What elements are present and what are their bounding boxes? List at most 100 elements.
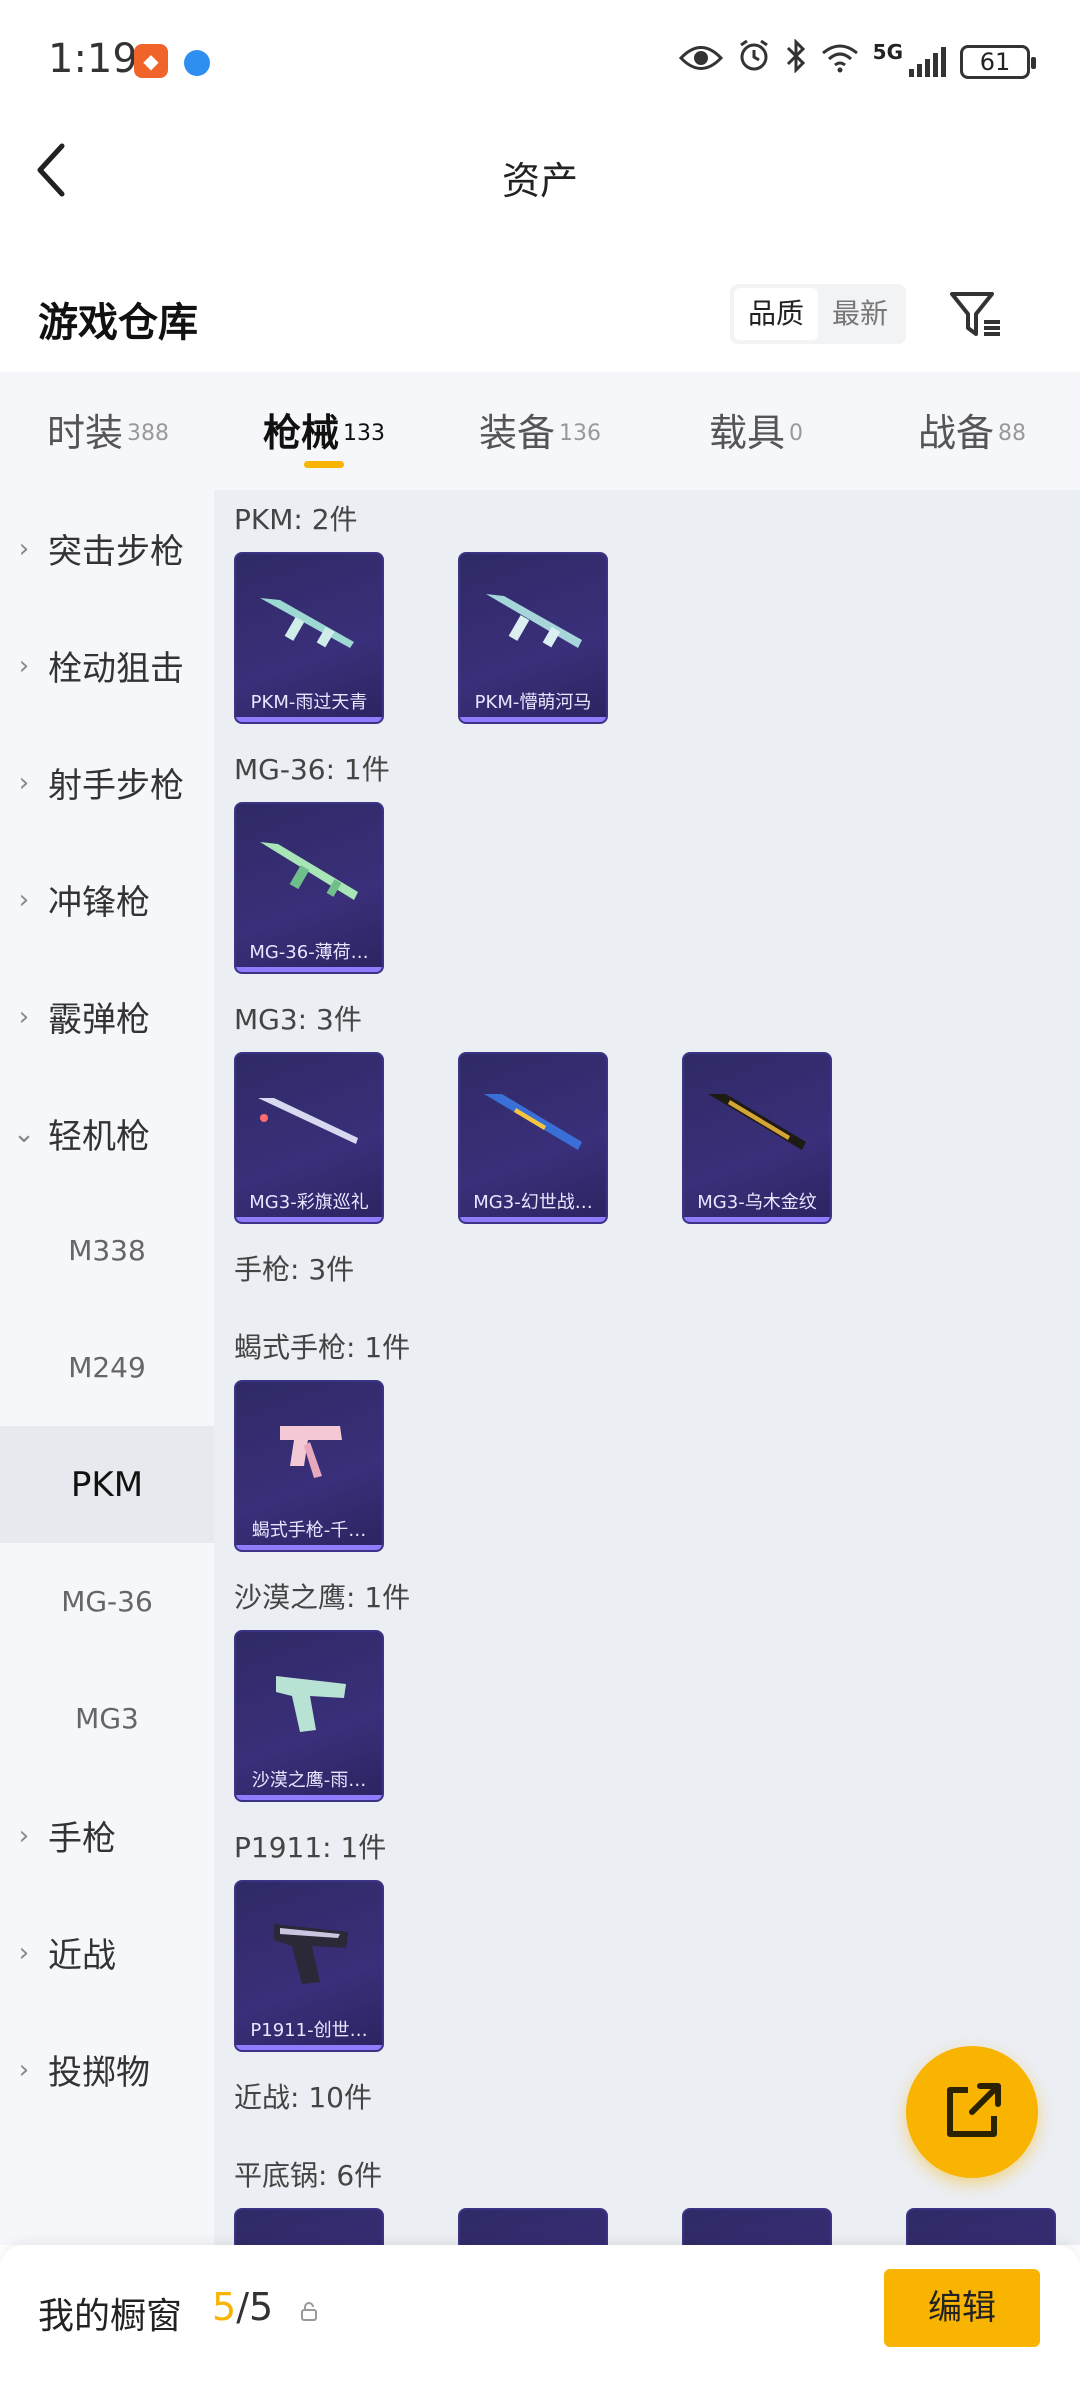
item-name: PKM-懵萌河马 <box>474 692 592 713</box>
chevron-right-icon: › <box>18 1937 30 1968</box>
rifle-icon <box>258 1098 358 1144</box>
tab-label: 装备 <box>478 411 555 455</box>
battery-level: 61 <box>979 48 1011 76</box>
sidebar-item-assault-rifle[interactable]: › 突击步枪 <box>0 490 214 607</box>
sidebar-item-label: 栓动狙击 <box>48 649 184 689</box>
item-list: PKM: 2件 PKM-雨过天青 PKM-懵萌河马 MG-36: 1件 MG-3… <box>214 490 1080 2245</box>
pistol-icon <box>274 1924 348 1984</box>
tab-vehicles[interactable]: 载具 0 <box>648 372 864 490</box>
chevron-right-icon: › <box>18 1001 30 1032</box>
item-card[interactable]: MG3-幻世战… <box>458 1052 608 1224</box>
item-card[interactable]: PKM-雨过天青 <box>234 552 384 724</box>
item-name: PKM-雨过天青 <box>250 692 368 713</box>
sidebar-item-pistol[interactable]: › 手枪 <box>0 1777 214 1894</box>
rifle-icon <box>484 1094 582 1150</box>
chevron-right-icon: › <box>18 884 30 915</box>
item-card[interactable]: P1911-创世… <box>234 1880 384 2052</box>
sidebar-item-melee[interactable]: › 近战 <box>0 1894 214 2011</box>
tab-indicator <box>304 461 344 468</box>
tab-count: 133 <box>343 420 385 446</box>
sidebar-item-label: 射手步枪 <box>48 766 184 806</box>
showcase-bar: 我的橱窗 5/5 编辑 <box>0 2245 1080 2381</box>
tab-label: 战备 <box>917 411 994 455</box>
chevron-right-icon: › <box>18 2054 30 2085</box>
sort-quality[interactable]: 品质 <box>734 288 819 340</box>
item-name: MG-36-薄荷… <box>249 942 369 963</box>
sidebar-sub-m338[interactable]: M338 <box>0 1192 214 1309</box>
filter-icon <box>950 292 1000 336</box>
showcase-count: 5/5 <box>212 2285 273 2329</box>
item-card[interactable]: 蝎式手枪-千… <box>234 1380 384 1552</box>
group-title: MG-36: 1件 <box>234 753 390 786</box>
tab-count: 136 <box>559 420 601 446</box>
tab-label: 枪械 <box>262 411 339 455</box>
item-card[interactable]: 沙漠之鹰-雨… <box>234 1630 384 1802</box>
sort-latest[interactable]: 最新 <box>818 288 902 340</box>
item-card[interactable] <box>682 2208 832 2245</box>
sidebar-item-label: 投掷物 <box>48 2053 150 2093</box>
item-name: P1911-创世… <box>250 2020 368 2041</box>
rifle-icon <box>486 594 582 648</box>
app-notification-icon: ◆ <box>134 44 168 78</box>
group-title: MG3: 3件 <box>234 1003 362 1036</box>
sidebar-item-bolt-sniper[interactable]: › 栓动狙击 <box>0 607 214 724</box>
sort-toggle: 品质 最新 <box>730 284 907 344</box>
item-name: 沙漠之鹰-雨… <box>251 1770 367 1791</box>
tab-supplies[interactable]: 战备 88 <box>864 372 1080 490</box>
item-name: MG3-乌木金纹 <box>697 1192 817 1213</box>
category-sidebar: › 突击步枪 › 栓动狙击 › 射手步枪 › 冲锋枪 › 霰弹枪 ⌄ 轻机枪 M338 M2… <box>0 490 214 2245</box>
item-name: MG3-幻世战… <box>473 1192 593 1213</box>
browser-notification-icon <box>184 50 210 76</box>
showcase-total: /5 <box>236 2285 274 2329</box>
sidebar-item-lmg[interactable]: ⌄ 轻机枪 <box>0 1075 214 1192</box>
wifi-icon <box>821 38 859 86</box>
item-card[interactable]: MG3-彩旗巡礼 <box>234 1052 384 1224</box>
chevron-right-icon: › <box>18 533 30 564</box>
item-card[interactable]: PKM-懵萌河马 <box>458 552 608 724</box>
item-card[interactable] <box>458 2208 608 2245</box>
sidebar-sub-mg36[interactable]: MG-36 <box>0 1543 214 1660</box>
section-header: 游戏仓库 品质 最新 <box>0 270 1080 370</box>
sidebar-sub-mg3[interactable]: MG3 <box>0 1660 214 1777</box>
tab-equipment[interactable]: 装备 136 <box>432 372 648 490</box>
battery-icon: 61 <box>960 45 1036 79</box>
rifle-icon <box>260 598 354 648</box>
rifle-icon <box>708 1094 806 1150</box>
category-tabs: 时装 388 枪械 133 装备 136 载具 0 战备 88 <box>0 372 1080 490</box>
bluetooth-icon <box>785 38 807 86</box>
sidebar-item-smg[interactable]: › 冲锋枪 <box>0 841 214 958</box>
group-title: PKM: 2件 <box>234 503 358 536</box>
group-title: 近战: 10件 <box>234 2081 372 2114</box>
sidebar-item-shotgun[interactable]: › 霰弹枪 <box>0 958 214 1075</box>
item-card[interactable] <box>234 2208 384 2245</box>
eye-icon <box>678 38 723 86</box>
tab-count: 388 <box>127 420 169 446</box>
item-card[interactable]: MG3-乌木金纹 <box>682 1052 832 1224</box>
item-card[interactable] <box>906 2208 1056 2245</box>
sidebar-item-marksman-rifle[interactable]: › 射手步枪 <box>0 724 214 841</box>
item-name: 蝎式手枪-千… <box>251 1520 367 1541</box>
tab-fashion[interactable]: 时装 388 <box>0 372 216 490</box>
group-title: 蝎式手枪: 1件 <box>234 1331 411 1364</box>
pistol-icon <box>280 1426 342 1478</box>
sidebar-item-label: 突击步枪 <box>48 532 184 572</box>
tab-label: 时装 <box>46 411 123 455</box>
showcase-label: 我的橱窗 <box>38 2296 183 2337</box>
edit-button[interactable]: 编辑 <box>884 2269 1040 2347</box>
filter-button[interactable] <box>948 286 1004 342</box>
status-time: 1:19 <box>48 36 138 82</box>
tab-count: 0 <box>789 420 803 446</box>
sidebar-item-throwable[interactable]: › 投掷物 <box>0 2011 214 2128</box>
warehouse-title: 游戏仓库 <box>38 300 198 346</box>
sidebar-sub-pkm[interactable]: PKM <box>0 1426 214 1543</box>
status-bar: 1:19 ◆ 5G 61 <box>0 0 1080 120</box>
external-link-icon <box>947 2083 1001 2137</box>
sidebar-sub-m249[interactable]: M249 <box>0 1309 214 1426</box>
item-card[interactable]: MG-36-薄荷… <box>234 802 384 974</box>
status-icons: 5G 61 <box>678 38 1036 86</box>
share-button[interactable] <box>906 2046 1038 2178</box>
tab-firearms[interactable]: 枪械 133 <box>216 372 432 490</box>
chevron-right-icon: › <box>18 650 30 681</box>
chevron-right-icon: › <box>18 767 30 798</box>
sidebar-item-label: 手枪 <box>48 1819 116 1859</box>
